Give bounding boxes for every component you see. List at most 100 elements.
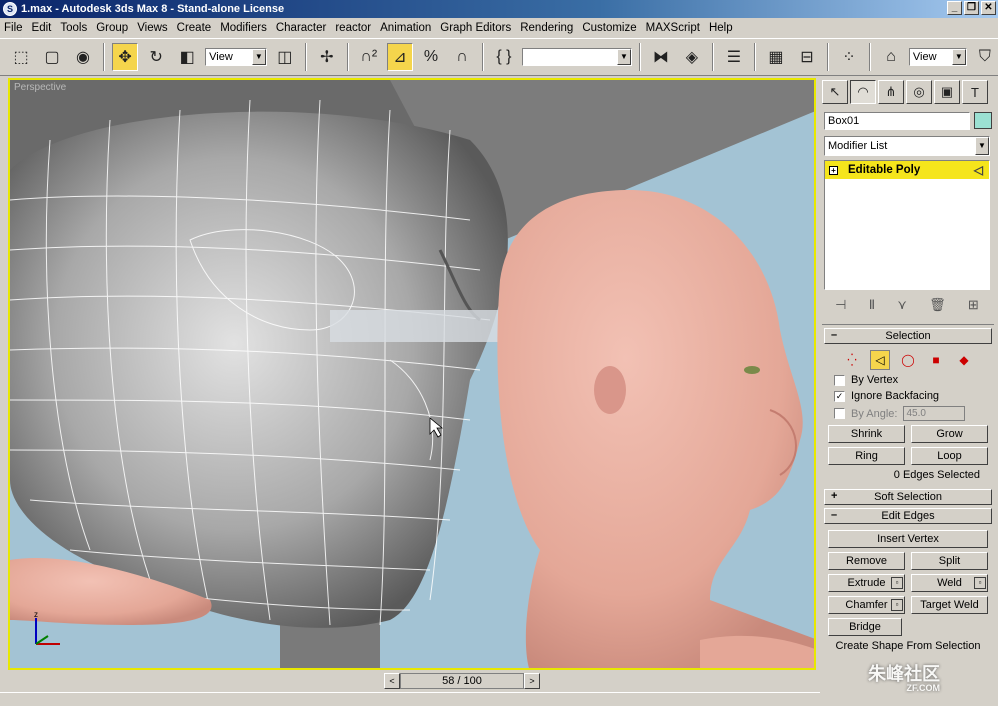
time-prev-button[interactable]: <	[384, 673, 400, 689]
menu-rendering[interactable]: Rendering	[520, 22, 573, 34]
render-type-dropdown[interactable]: View ▼	[908, 48, 967, 66]
remove-button[interactable]: Remove	[828, 552, 905, 570]
align-icon[interactable]: ◈	[679, 43, 705, 71]
display-tab-icon[interactable]: ▣	[934, 80, 960, 104]
chamfer-settings-icon[interactable]: ▫	[891, 599, 903, 611]
edit-named-selection-icon[interactable]: { }	[491, 43, 517, 71]
edit-edges-rollout-header[interactable]: – Edit Edges	[824, 508, 992, 524]
menu-animation[interactable]: Animation	[380, 22, 431, 34]
ring-button[interactable]: Ring	[828, 447, 905, 465]
edge-mode-icon[interactable]: ◁	[870, 350, 890, 370]
object-color-swatch[interactable]	[974, 112, 992, 129]
mirror-icon[interactable]: ⧓	[648, 43, 674, 71]
create-shape-button[interactable]: Create Shape From Selection	[822, 640, 994, 652]
menu-tools[interactable]: Tools	[60, 22, 87, 34]
region-select-icon[interactable]: ▢	[39, 43, 65, 71]
vertex-mode-icon[interactable]: ⁛	[842, 350, 862, 370]
menu-reactor[interactable]: reactor	[335, 22, 371, 34]
perspective-viewport[interactable]: Perspective z	[8, 78, 816, 670]
weld-settings-icon[interactable]: ▫	[974, 577, 986, 589]
chamfer-button[interactable]: Chamfer ▫	[828, 596, 905, 614]
angle-spinner[interactable]: 45.0	[903, 406, 966, 421]
extrude-settings-icon[interactable]: ▫	[891, 577, 903, 589]
weld-button[interactable]: Weld ▫	[911, 574, 988, 592]
command-panel: ↖ ◠ ⋔ ◎ ▣ T Box01 Modifier List ▼ + Edita…	[818, 78, 998, 706]
by-angle-checkbox[interactable]	[834, 408, 845, 419]
soft-selection-rollout-header[interactable]: + Soft Selection	[824, 489, 992, 505]
insert-vertex-button[interactable]: Insert Vertex	[828, 530, 988, 548]
hierarchy-tab-icon[interactable]: ⋔	[878, 80, 904, 104]
render-scene-icon[interactable]: ⌂	[878, 43, 904, 71]
material-editor-icon[interactable]: ⁘	[836, 43, 862, 71]
ignore-backfacing-checkbox[interactable]: ✓	[834, 390, 845, 402]
quick-render-icon[interactable]: ⛉	[972, 43, 998, 71]
create-tab-icon[interactable]: ↖	[822, 80, 848, 104]
polygon-mode-icon[interactable]: ■	[926, 350, 946, 370]
utilities-tab-icon[interactable]: T	[962, 80, 988, 104]
loop-button[interactable]: Loop	[911, 447, 988, 465]
curve-editor-icon[interactable]: ▦	[763, 43, 789, 71]
watermark-sub: ZF.COM	[906, 683, 941, 693]
axis-tripod-icon: z	[34, 610, 60, 645]
motion-tab-icon[interactable]: ◎	[906, 80, 932, 104]
by-vertex-checkbox[interactable]	[834, 374, 845, 386]
angle-snap-icon[interactable]: ⊿	[386, 43, 413, 71]
shrink-button[interactable]: Shrink	[828, 425, 905, 443]
snap-toggle-icon[interactable]: ∩²	[356, 43, 382, 71]
layer-manager-icon[interactable]: ☰	[721, 43, 747, 71]
spinner-snap-icon[interactable]: ∩	[449, 43, 475, 71]
menu-character[interactable]: Character	[276, 22, 327, 34]
time-slider[interactable]: < 58 / 100 >	[384, 673, 540, 689]
schematic-view-icon[interactable]: ⊟	[794, 43, 820, 71]
stack-item-editable-poly[interactable]: + Editable Poly ◁	[825, 161, 989, 179]
show-end-result-icon[interactable]: Ⅱ	[869, 297, 875, 313]
close-button[interactable]: ✕	[981, 1, 996, 15]
minimize-button[interactable]: _	[947, 1, 962, 15]
bridge-button[interactable]: Bridge	[828, 618, 902, 636]
named-selection-dropdown[interactable]: ▼	[521, 48, 632, 66]
manipulate-icon[interactable]: ✢	[314, 43, 340, 71]
menu-views[interactable]: Views	[137, 22, 167, 34]
rotate-icon[interactable]: ↻	[143, 43, 169, 71]
menu-graph-editors[interactable]: Graph Editors	[440, 22, 511, 34]
make-unique-icon[interactable]: ⋎	[897, 297, 907, 313]
viewport-label[interactable]: Perspective	[14, 82, 66, 93]
modifier-list-dropdown[interactable]: Modifier List ▼	[824, 136, 990, 156]
expand-icon[interactable]: +	[829, 165, 838, 175]
menu-group[interactable]: Group	[96, 22, 128, 34]
reference-coord-dropdown[interactable]: View ▼	[205, 48, 267, 66]
pin-stack-icon[interactable]: ⊣	[835, 297, 846, 313]
target-weld-button[interactable]: Target Weld	[911, 596, 988, 614]
chevron-down-icon: ▼	[951, 49, 966, 65]
split-button[interactable]: Split	[911, 552, 988, 570]
by-vertex-option[interactable]: By Vertex	[834, 374, 994, 386]
restore-button[interactable]: ❐	[964, 1, 979, 15]
grow-button[interactable]: Grow	[911, 425, 988, 443]
modify-tab-icon[interactable]: ◠	[850, 80, 876, 104]
remove-modifier-icon[interactable]: 🗑	[929, 297, 946, 313]
border-mode-icon[interactable]: ◯	[898, 350, 918, 370]
scale-icon[interactable]: ◧	[174, 43, 200, 71]
menu-create[interactable]: Create	[177, 22, 212, 34]
selection-rollout-header[interactable]: – Selection	[824, 328, 992, 344]
soft-selection-title: Soft Selection	[874, 491, 942, 503]
pivot-icon[interactable]: ◫	[272, 43, 298, 71]
time-slider-thumb[interactable]: 58 / 100	[400, 673, 524, 689]
object-name-field[interactable]: Box01	[824, 112, 970, 130]
configure-sets-icon[interactable]: ⊞	[968, 297, 979, 313]
percent-snap-icon[interactable]: %	[418, 43, 444, 71]
by-angle-option[interactable]: By Angle: 45.0	[834, 406, 994, 421]
menu-edit[interactable]: Edit	[32, 22, 52, 34]
select-icon[interactable]: ⬚	[8, 43, 34, 71]
extrude-button[interactable]: Extrude ▫	[828, 574, 905, 592]
time-next-button[interactable]: >	[524, 673, 540, 689]
menu-help[interactable]: Help	[709, 22, 733, 34]
crossing-icon[interactable]: ◉	[70, 43, 96, 71]
menu-file[interactable]: File	[4, 22, 23, 34]
menu-customize[interactable]: Customize	[582, 22, 636, 34]
element-mode-icon[interactable]: ◆	[954, 350, 974, 370]
ignore-backfacing-option[interactable]: ✓ Ignore Backfacing	[834, 390, 994, 402]
menu-maxscript[interactable]: MAXScript	[646, 22, 700, 34]
menu-modifiers[interactable]: Modifiers	[220, 22, 267, 34]
move-icon[interactable]: ✥	[112, 43, 139, 71]
